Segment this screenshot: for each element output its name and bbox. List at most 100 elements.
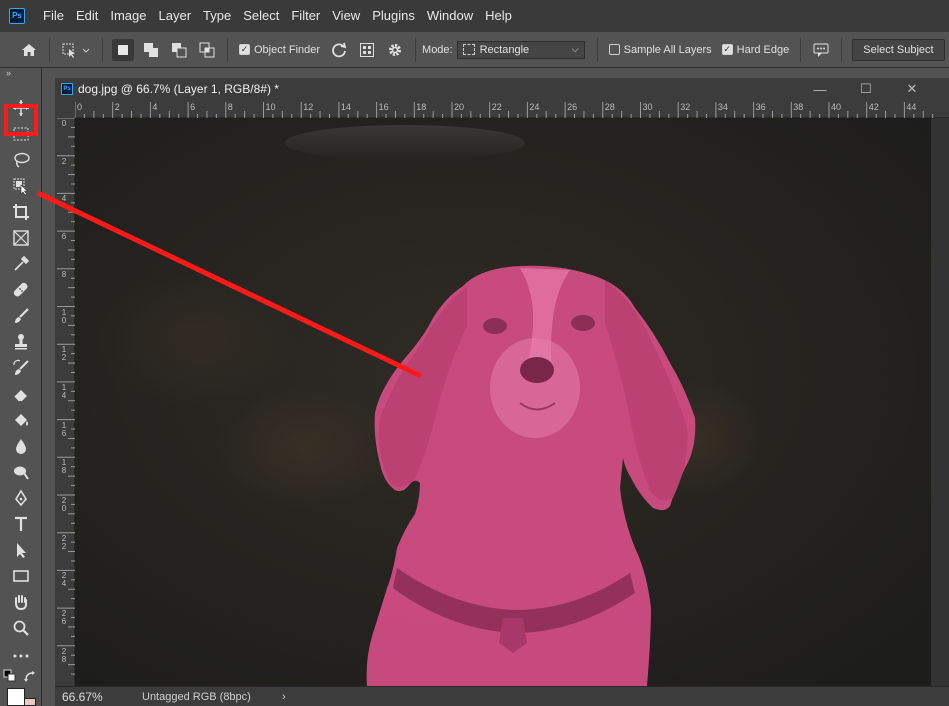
chevron-down-icon: ⌵ [571, 43, 579, 54]
menu-view[interactable]: View [326, 0, 366, 32]
object-selection-tool-icon[interactable] [8, 174, 34, 198]
mode-value: Rectangle [479, 43, 530, 56]
new-selection-icon[interactable] [112, 38, 134, 61]
eyedropper-tool-icon[interactable] [8, 252, 34, 276]
menu-image[interactable]: Image [104, 0, 152, 32]
tool-preset-picker-icon[interactable] [59, 39, 93, 61]
mode-dropdown[interactable]: Rectangle ⌵ [456, 40, 585, 59]
ruler-label: 26 [567, 102, 578, 112]
add-to-selection-icon[interactable] [140, 39, 162, 61]
maximize-icon[interactable]: ☐ [843, 81, 889, 97]
dodge-tool-icon[interactable] [8, 460, 34, 484]
hard-edge-label: Hard Edge [736, 43, 790, 56]
frame-tool-icon[interactable] [8, 226, 34, 250]
background-color-swatch[interactable] [24, 698, 36, 706]
tool-highlight-box [4, 104, 38, 136]
eraser-tool-icon[interactable] [8, 382, 34, 406]
ruler-label: 16 [61, 420, 67, 438]
ruler-label: 8 [61, 269, 67, 279]
ruler-label: 32 [680, 102, 691, 112]
ruler-label: 34 [717, 102, 728, 112]
show-all-objects-icon[interactable] [356, 39, 378, 61]
document-window: Ps dog.jpg @ 66.7% (Layer 1, RGB/8#) * —… [55, 78, 949, 706]
type-tool-icon[interactable] [8, 512, 34, 536]
menu-select[interactable]: Select [237, 0, 285, 32]
intersect-selection-icon[interactable] [196, 39, 218, 61]
path-selection-tool-icon[interactable] [8, 538, 34, 562]
select-subject-button[interactable]: Select Subject [852, 38, 945, 61]
ruler-label: 16 [378, 102, 389, 112]
crop-tool-icon[interactable] [8, 200, 34, 224]
ruler-label: 22 [61, 533, 67, 551]
rectangle-tool-icon[interactable] [8, 564, 34, 588]
more-tools-icon[interactable] [8, 644, 34, 668]
mode-label: Mode: [422, 43, 453, 56]
default-colors-icon[interactable] [2, 668, 20, 686]
separator [596, 37, 598, 62]
sample-all-layers-checkbox[interactable]: Sample All Layers [608, 44, 712, 56]
zoom-tool-icon[interactable] [8, 616, 34, 640]
separator [841, 37, 843, 62]
separator [49, 37, 50, 62]
menu-window[interactable]: Window [421, 0, 479, 32]
ruler-label: 14 [61, 382, 67, 400]
history-brush-tool-icon[interactable] [8, 356, 34, 380]
gear-icon[interactable] [384, 39, 406, 61]
brush-tool-icon[interactable] [8, 304, 34, 328]
color-profile: Untagged RGB (8bpc) [142, 690, 251, 703]
separator [102, 37, 103, 62]
menu-plugins[interactable]: Plugins [366, 0, 421, 32]
ruler-label: 10 [265, 102, 276, 112]
ruler-label: 18 [416, 102, 427, 112]
document-title: dog.jpg @ 66.7% (Layer 1, RGB/8#) * [78, 82, 279, 96]
menu-type[interactable]: Type [197, 0, 237, 32]
subtract-from-selection-icon[interactable] [168, 39, 190, 61]
refresh-icon[interactable] [328, 39, 350, 61]
clone-stamp-tool-icon[interactable] [8, 330, 34, 354]
pen-tool-icon[interactable] [8, 486, 34, 510]
close-icon[interactable]: ✕ [889, 81, 935, 97]
foreground-color-swatch[interactable] [7, 688, 25, 706]
ruler-label: 8 [227, 102, 233, 112]
menu-edit[interactable]: Edit [70, 0, 104, 32]
document-ps-icon: Ps [61, 83, 73, 95]
ruler-label: 4 [61, 194, 67, 204]
status-menu-arrow-icon[interactable]: › [282, 691, 286, 703]
ruler-origin[interactable] [55, 100, 75, 118]
feedback-icon[interactable] [810, 39, 832, 61]
menu-layer[interactable]: Layer [153, 0, 198, 32]
blur-tool-icon[interactable] [8, 434, 34, 458]
ruler-label: 20 [61, 496, 67, 513]
collapse-panel-icon[interactable]: » [6, 68, 11, 78]
document-tab[interactable]: Ps dog.jpg @ 66.7% (Layer 1, RGB/8#) * —… [55, 78, 949, 100]
paint-bucket-tool-icon[interactable] [8, 408, 34, 432]
menu-help[interactable]: Help [479, 0, 518, 32]
horizontal-ruler[interactable]: 0 2 4 6 8 10 12 14 16 18 20 22 24 26 28 30 32 34 36 38 40 42 4… [75, 100, 949, 118]
hard-edge-checkbox[interactable]: ✓ Hard Edge [721, 43, 790, 56]
menu-filter[interactable]: Filter [285, 0, 326, 32]
options-bar: ✓ Object Finder Mode: Rectangle ⌵ Sample… [0, 32, 949, 68]
zoom-level[interactable]: 66.67% [62, 690, 142, 704]
canvas[interactable] [75, 118, 931, 686]
swap-colors-icon[interactable] [22, 668, 40, 686]
hand-tool-icon[interactable] [8, 590, 34, 614]
home-icon[interactable] [18, 39, 40, 61]
minimize-icon[interactable]: — [797, 82, 843, 97]
vertical-ruler-ticks [57, 118, 75, 675]
ruler-label: 28 [604, 102, 615, 112]
ruler-label: 4 [152, 102, 158, 112]
ruler-label: 6 [190, 102, 196, 112]
ruler-label: 0 [61, 119, 67, 128]
separator [800, 37, 802, 62]
healing-brush-tool-icon[interactable] [8, 278, 34, 302]
photoshop-logo: Ps [9, 8, 25, 24]
ruler-label: 6 [61, 232, 67, 242]
lasso-tool-icon[interactable] [8, 148, 34, 172]
vertical-scrollbar[interactable] [931, 118, 949, 686]
ruler-label: 26 [61, 609, 67, 627]
ruler-label: 12 [303, 102, 314, 112]
vertical-ruler[interactable]: 0 2 4 6 8 10 12 14 16 18 20 22 24 26 28 [55, 118, 75, 688]
object-finder-checkbox[interactable]: ✓ Object Finder [239, 44, 320, 56]
ruler-label: 30 [642, 102, 653, 112]
menu-file[interactable]: File [37, 0, 70, 32]
